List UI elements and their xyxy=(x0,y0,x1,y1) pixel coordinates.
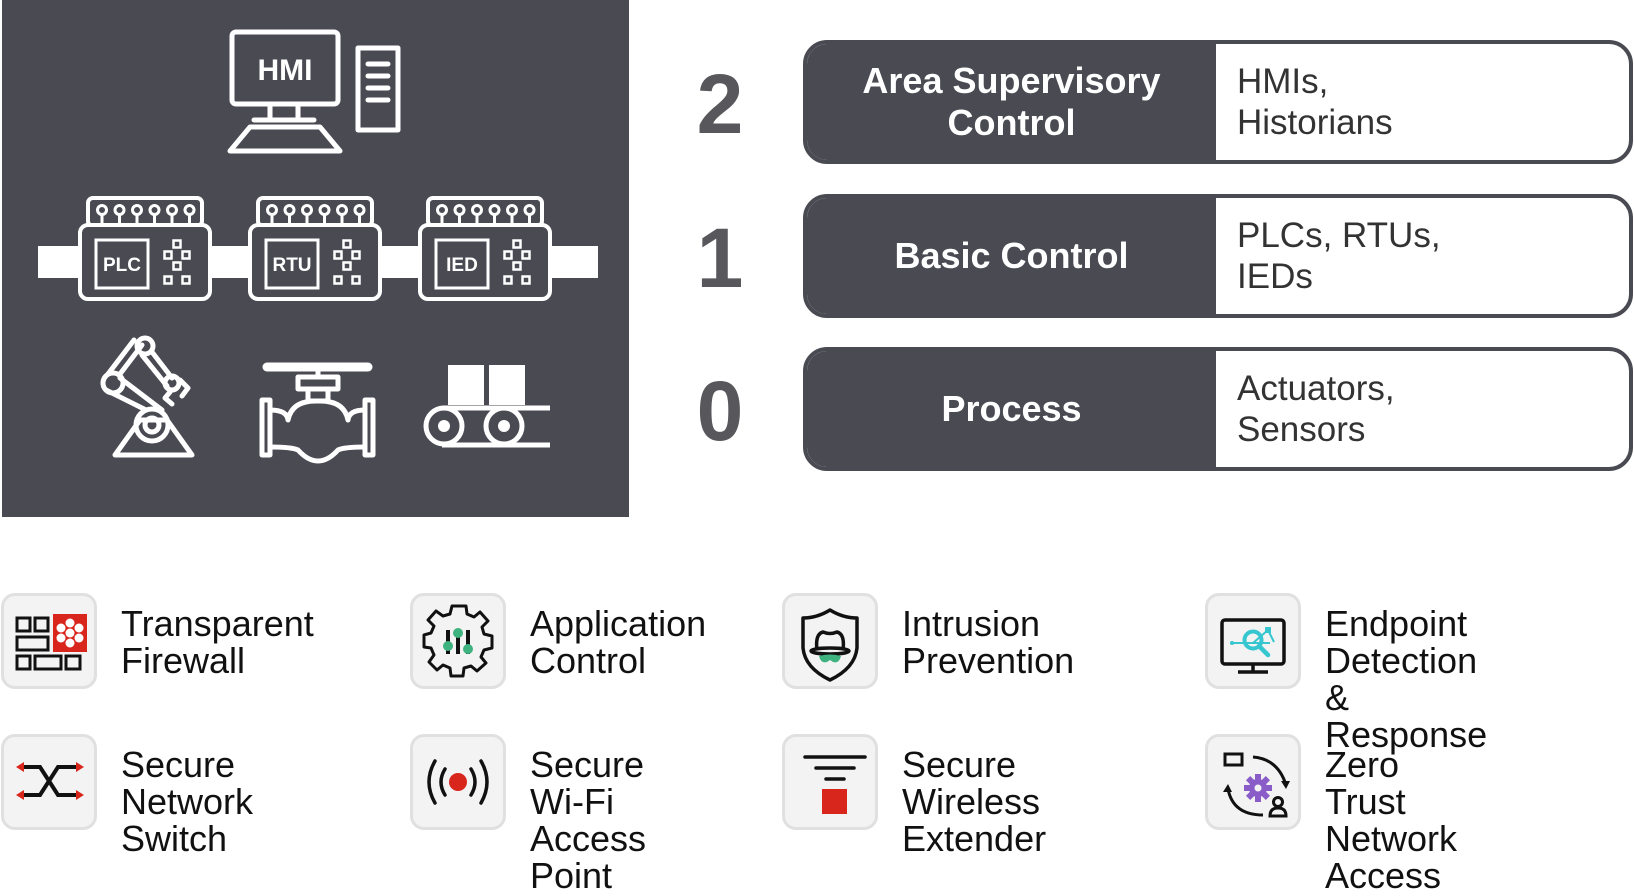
application-control-icon xyxy=(422,604,494,678)
intrusion-prevention-icon xyxy=(801,608,859,682)
controller-ied-icon: IED xyxy=(418,196,552,301)
controller-label: PLC xyxy=(103,255,141,276)
feature-label: Secure Wireless Extender xyxy=(902,744,1047,859)
level-number: 1 xyxy=(696,211,744,305)
wifi-access-point-icon xyxy=(427,759,489,805)
robotic-arm-icon xyxy=(100,335,195,458)
level-row-0: 0 Process Actuators, Sensors xyxy=(680,347,1634,475)
controller-plc-icon: PLC xyxy=(78,196,212,301)
level-devices: Actuators, Sensors xyxy=(1237,369,1395,449)
level-card: Basic Control PLCs, RTUs, IEDs xyxy=(803,194,1633,318)
feature-label: Endpoint Detection & Response xyxy=(1325,603,1488,755)
level-number: 0 xyxy=(696,364,744,458)
feature-label: Application Control xyxy=(530,603,707,681)
ics-illustration: HMI PLC RTU IED xyxy=(38,29,598,464)
controller-rtu-icon: RTU xyxy=(248,196,382,301)
level-number: 2 xyxy=(696,57,744,151)
feature-label: Secure Wi-Fi Access Point xyxy=(530,744,647,896)
level-devices: HMIs, Historians xyxy=(1237,62,1393,142)
ics-device-panel: HMI PLC RTU IED xyxy=(2,0,629,517)
zero-trust-icon xyxy=(1223,752,1290,818)
level-card: Process Actuators, Sensors xyxy=(803,347,1633,471)
hmi-label: HMI xyxy=(258,54,313,87)
level-name: Basic Control xyxy=(807,198,1216,314)
wireless-extender-icon xyxy=(803,755,867,814)
level-devices: PLCs, RTUs, IEDs xyxy=(1237,216,1441,296)
level-name: Process xyxy=(807,351,1216,467)
feature-label: Zero Trust Network Access xyxy=(1325,744,1458,896)
network-switch-icon xyxy=(16,762,84,800)
endpoint-detection-icon xyxy=(1220,618,1286,674)
feature-label: Secure Network Switch xyxy=(121,744,254,859)
level-card: Area Supervisory Control HMIs, Historian… xyxy=(803,40,1633,164)
firewall-icon xyxy=(15,614,87,671)
level-row-2: 2 Area Supervisory Control HMIs, Histori… xyxy=(680,40,1634,168)
level-row-1: 1 Basic Control PLCs, RTUs, IEDs xyxy=(680,194,1634,322)
controller-label: IED xyxy=(446,255,478,276)
valve-icon xyxy=(259,362,376,464)
feature-label: Transparent Firewall xyxy=(121,603,314,681)
hmi-workstation-icon xyxy=(227,29,401,154)
feature-label: Intrusion Prevention xyxy=(902,603,1075,681)
controller-label: RTU xyxy=(272,255,311,276)
level-name: Area Supervisory Control xyxy=(807,44,1216,160)
conveyor-icon xyxy=(423,365,550,448)
